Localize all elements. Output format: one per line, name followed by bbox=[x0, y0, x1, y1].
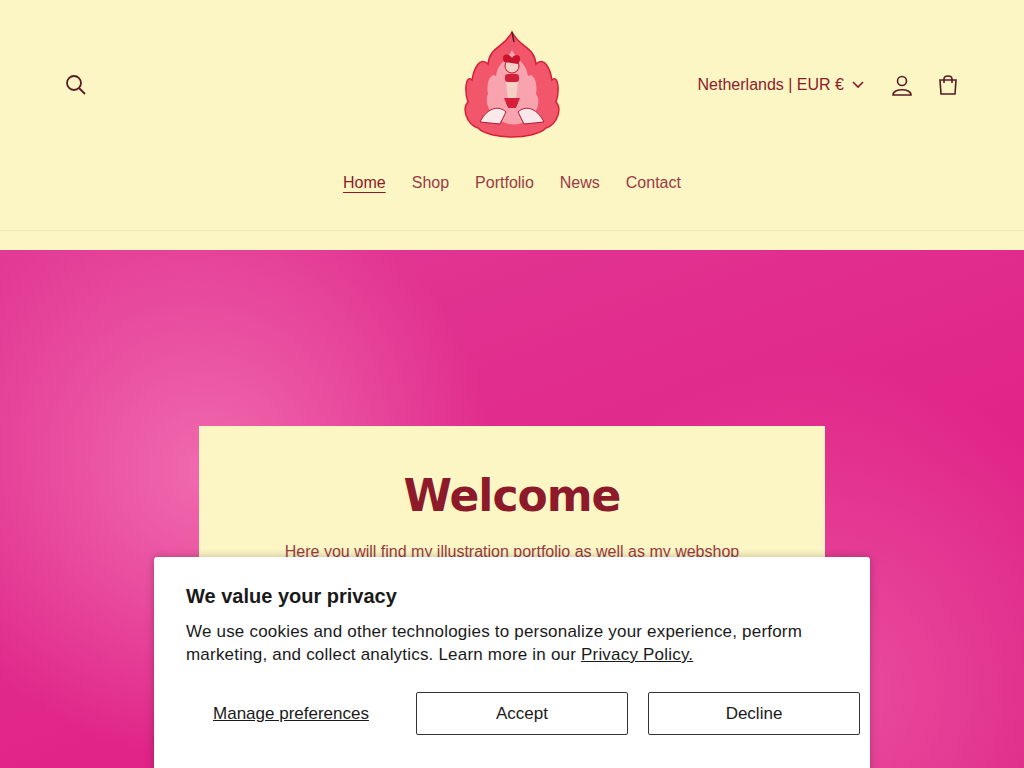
cookie-button[interactable]: Decline bbox=[648, 692, 860, 735]
cookie-button[interactable]: Accept bbox=[416, 692, 628, 735]
cookie-text: We use cookies and other technologies to… bbox=[186, 620, 838, 666]
nav-item[interactable]: Shop bbox=[412, 174, 449, 194]
search-icon[interactable] bbox=[64, 73, 88, 97]
privacy-policy-link[interactable]: Privacy Policy. bbox=[581, 645, 693, 664]
nav-item[interactable]: News bbox=[560, 174, 600, 194]
hero-title: Welcome bbox=[229, 470, 795, 521]
site-header: Netherlands | EUR € Home Shop Portfolio News… bbox=[0, 0, 1024, 231]
nav-item[interactable]: Contact bbox=[626, 174, 681, 194]
cookie-banner: We value your privacy We use cookies and … bbox=[154, 557, 870, 768]
cart-icon[interactable] bbox=[936, 73, 960, 97]
chevron-down-icon bbox=[852, 81, 864, 89]
country-selector[interactable]: Netherlands | EUR € bbox=[698, 76, 864, 94]
cookie-button[interactable]: Manage preferences bbox=[186, 692, 396, 735]
nav-item[interactable]: Portfolio bbox=[475, 174, 534, 194]
nav-item[interactable]: Home bbox=[343, 174, 386, 194]
cookie-buttons: Manage preferencesAcceptDecline bbox=[186, 692, 838, 735]
main-nav: Home Shop Portfolio News Contact bbox=[64, 174, 960, 194]
account-icon[interactable] bbox=[890, 73, 914, 97]
page: Netherlands | EUR € Home Shop Portfolio News… bbox=[0, 0, 1024, 768]
logo-icon[interactable] bbox=[460, 28, 564, 142]
cookie-title: We value your privacy bbox=[186, 585, 838, 608]
header-spacer bbox=[0, 231, 1024, 250]
